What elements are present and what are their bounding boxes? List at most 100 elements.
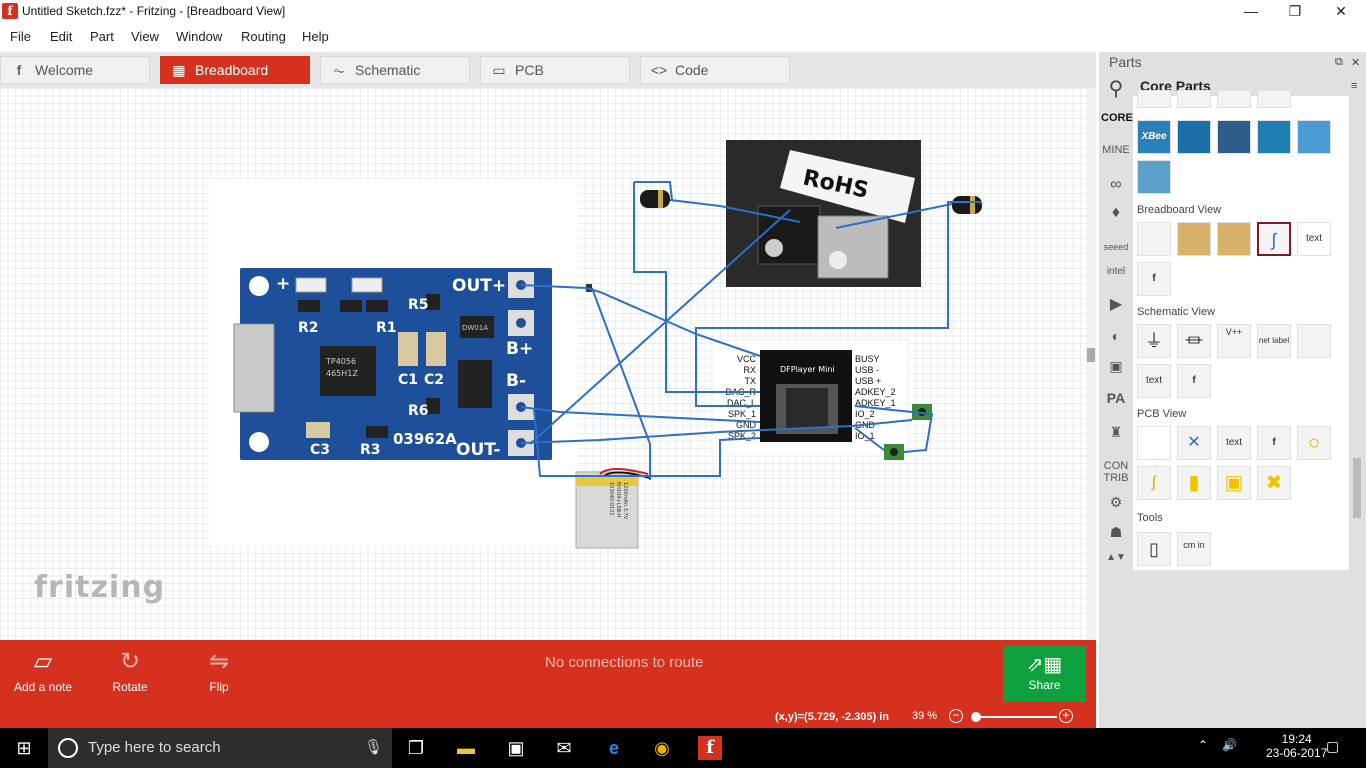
bin-tab-contrib[interactable]: CON TRIB <box>1101 460 1131 484</box>
microphone-icon[interactable]: 🎙 <box>364 728 383 768</box>
play-bin-icon[interactable]: ▶ <box>1101 294 1131 314</box>
float-panel-icon[interactable]: ⧉ <box>1335 56 1343 69</box>
tab-code[interactable]: <> Code <box>640 56 790 84</box>
tab-pcb[interactable]: ▭ PCB <box>480 56 630 84</box>
part-arduino-board[interactable] <box>1177 120 1211 154</box>
task-view-icon[interactable]: ❐ <box>404 736 428 760</box>
clock[interactable]: 19:24 23-06-2017 <box>1266 732 1327 760</box>
close-panel-icon[interactable]: ✕ <box>1351 56 1360 69</box>
flip-button[interactable]: ⇋ Flip <box>177 644 261 694</box>
tab-breadboard[interactable]: ▦ Breadboard <box>160 56 310 84</box>
close-button[interactable]: ✕ <box>1318 0 1364 24</box>
atmel-bin-icon[interactable]: ▣ <box>1101 358 1131 375</box>
bin-tab-core[interactable]: CORE <box>1101 112 1133 124</box>
scroll-arrows-icon[interactable]: ▲▼ <box>1101 552 1131 563</box>
push-button-2[interactable] <box>884 444 904 460</box>
part-hole[interactable]: ▣ <box>1217 466 1251 500</box>
part-ground-symbol[interactable]: ⏚ <box>1137 324 1171 358</box>
tp4056-charger-module[interactable]: + OUT+ B+ B- OUT- R2 R1 R5 R6 C1 C2 C3 R… <box>233 268 552 460</box>
taskbar-search[interactable]: Type here to search 🎙 <box>48 728 392 768</box>
bin-tab-mine[interactable]: MINE <box>1101 144 1131 156</box>
fritzing-taskbar-icon[interactable]: f <box>698 736 722 760</box>
tab-schematic[interactable]: ⏦ Schematic <box>320 56 470 84</box>
menu-help[interactable]: Help <box>302 29 329 44</box>
arduino-bin-icon[interactable]: ∞ <box>1101 176 1131 194</box>
chrome-icon[interactable]: ◉ <box>650 736 674 760</box>
part-xbee[interactable]: XBee <box>1137 120 1171 154</box>
part-via[interactable]: ○ <box>1297 426 1331 460</box>
part-silkscreen-text[interactable]: text <box>1217 426 1251 460</box>
lipo-battery[interactable]: 103040-0121 EH104+LSB-H 1200mAh 3.7V <box>575 468 651 549</box>
bin-menu-icon[interactable]: ≡ <box>1351 80 1357 92</box>
sparkfun-bin-icon[interactable]: ♦ <box>1101 204 1131 222</box>
part-power-symbol[interactable]: ⏛ <box>1177 324 1211 358</box>
menu-view[interactable]: View <box>131 29 159 44</box>
part-pcb[interactable] <box>1137 426 1171 460</box>
part-logo-image[interactable]: f <box>1137 262 1171 296</box>
zoom-in-button[interactable]: + <box>1059 709 1073 723</box>
part-copper-fill[interactable]: ∫ <box>1137 466 1171 500</box>
part-arduino-mega[interactable] <box>1257 120 1291 154</box>
menu-edit[interactable]: Edit <box>50 29 72 44</box>
zoom-out-button[interactable]: − <box>949 709 963 723</box>
pa-bin-icon[interactable]: PA <box>1101 390 1131 406</box>
contrib-bin-icon[interactable]: ♜ <box>1101 424 1131 441</box>
breadboard-canvas[interactable]: + OUT+ B+ B- OUT- R2 R1 R5 R6 C1 C2 C3 R… <box>0 88 1096 640</box>
part-item[interactable] <box>1217 90 1251 108</box>
maximize-button[interactable]: ❐ <box>1272 0 1318 24</box>
part-breadboard[interactable] <box>1137 222 1171 256</box>
part-item[interactable] <box>1137 90 1171 108</box>
search-icon[interactable]: ⚲ <box>1103 76 1129 102</box>
bin-tab-seeed[interactable]: seeed <box>1101 242 1131 252</box>
part-note[interactable]: ▯ <box>1137 532 1171 566</box>
part-perfboard[interactable] <box>1177 222 1211 256</box>
start-icon[interactable]: ⊞ <box>12 736 36 760</box>
parts-scrollbar-thumb[interactable] <box>1353 458 1361 518</box>
file-explorer-icon[interactable]: ▬ <box>454 736 478 760</box>
scrollbar-thumb[interactable] <box>1087 348 1095 362</box>
parts-scrollbar[interactable] <box>1352 98 1362 570</box>
part-schematic-logo[interactable]: f <box>1177 364 1211 398</box>
part-net-label[interactable]: net label <box>1257 324 1291 358</box>
part-text[interactable]: text <box>1297 222 1331 256</box>
store-icon[interactable]: ▣ <box>504 736 528 760</box>
menu-routing[interactable]: Routing <box>241 29 286 44</box>
part-item[interactable] <box>1257 90 1291 108</box>
zoom-slider-knob[interactable] <box>971 712 981 722</box>
menu-part[interactable]: Part <box>90 29 114 44</box>
tab-welcome[interactable]: f Welcome <box>0 56 150 84</box>
part-microcontroller[interactable] <box>1217 120 1251 154</box>
search-bin-icon[interactable]: ⚙ <box>1101 494 1131 511</box>
part-proto-board[interactable] <box>1297 120 1331 154</box>
part-frame[interactable] <box>1297 324 1331 358</box>
share-button[interactable]: ⇗▦ Share <box>1003 646 1086 702</box>
rotate-button[interactable]: ↻ Rotate <box>88 644 172 694</box>
action-center-icon[interactable]: ▢ <box>1326 738 1339 755</box>
part-pad[interactable]: ▮ <box>1177 466 1211 500</box>
part-ruler[interactable]: cm in <box>1177 532 1211 566</box>
zoom-slider[interactable] <box>971 712 1057 722</box>
capacitor-left[interactable] <box>640 190 670 208</box>
snootlab-bin-icon[interactable]: ◐ <box>1101 328 1131 344</box>
part-item[interactable] <box>1177 90 1211 108</box>
part-jumper[interactable]: ✕ <box>1177 426 1211 460</box>
minimize-button[interactable]: — <box>1228 0 1274 24</box>
part-copper-image[interactable]: ✖ <box>1257 466 1291 500</box>
part-stripboard[interactable] <box>1217 222 1251 256</box>
edge-icon[interactable]: e <box>602 736 626 760</box>
part-header[interactable] <box>1137 160 1171 194</box>
part-schematic-text[interactable]: text <box>1137 364 1171 398</box>
vertical-scrollbar[interactable] <box>1086 88 1096 640</box>
capacitor-right[interactable] <box>952 196 982 214</box>
add-note-button[interactable]: ▱ Add a note <box>1 644 85 694</box>
part-wire[interactable]: ∫ <box>1257 222 1291 256</box>
menu-file[interactable]: File <box>10 29 31 44</box>
menu-window[interactable]: Window <box>176 29 222 44</box>
part-silkscreen-logo[interactable]: f <box>1257 426 1291 460</box>
intel-bin-icon[interactable]: intel <box>1101 266 1131 277</box>
mail-icon[interactable]: ✉ <box>552 736 576 760</box>
tray-expand-icon[interactable]: ⌃ <box>1198 738 1208 752</box>
part-vcc-symbol[interactable]: V++ <box>1217 324 1251 358</box>
volume-icon[interactable]: 🔊 <box>1222 738 1237 752</box>
temp-bin-icon[interactable]: ☗ <box>1101 524 1131 541</box>
